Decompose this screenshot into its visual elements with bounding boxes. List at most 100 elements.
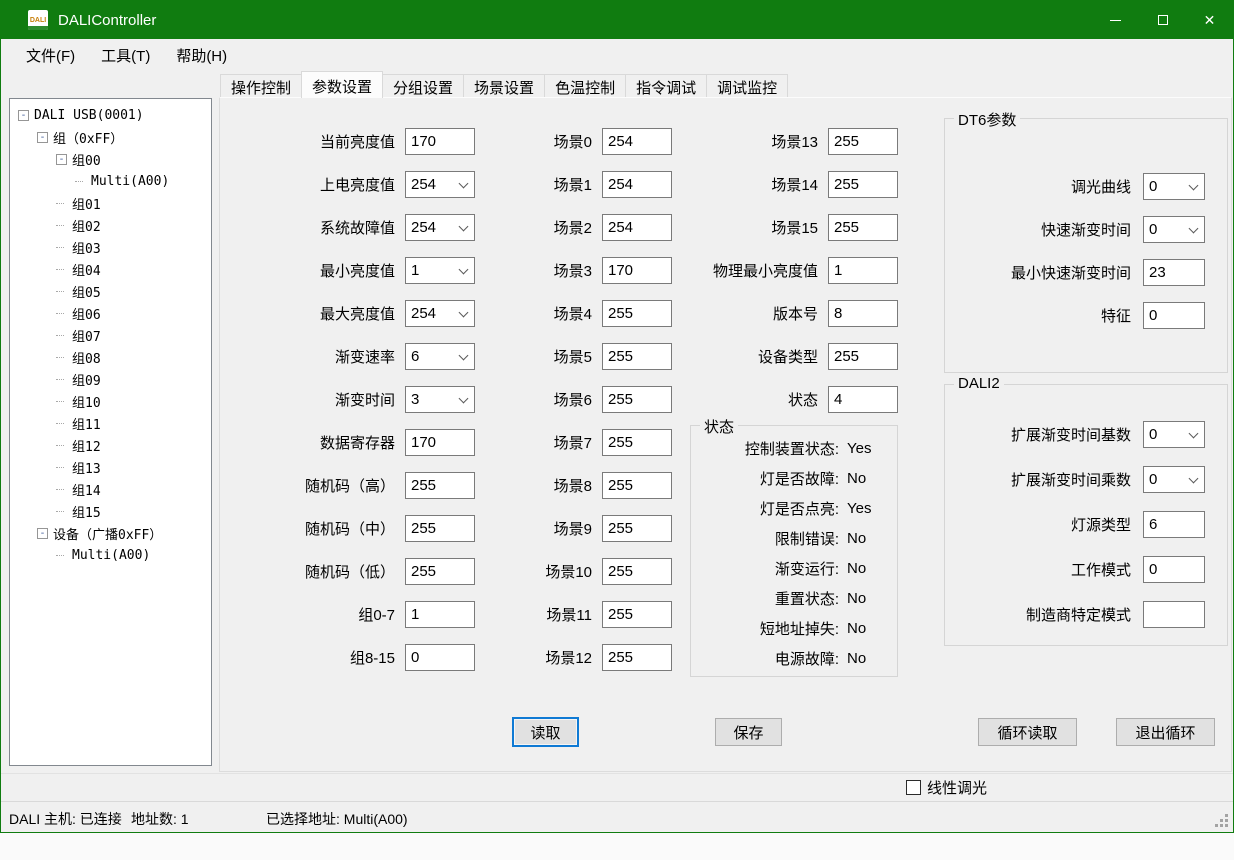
tree-item-14[interactable]: 组11 <box>10 412 211 434</box>
param-col2-9-input[interactable] <box>602 515 672 542</box>
param-col2-2-label: 场景2 <box>502 217 592 238</box>
dali2-4-input[interactable] <box>1143 601 1205 628</box>
tree-expander-icon[interactable]: - <box>37 132 48 143</box>
tree-item-12[interactable]: 组09 <box>10 368 211 390</box>
param-col1-4-select[interactable]: 254 <box>405 300 475 327</box>
tree-connector <box>56 203 64 204</box>
tab-2[interactable]: 分组设置 <box>382 74 464 98</box>
param-col2-1-input[interactable] <box>602 171 672 198</box>
param-col3-0-input[interactable] <box>828 128 898 155</box>
param-col1-10-input[interactable] <box>405 558 475 585</box>
menu-item-1[interactable]: 工具(T) <box>88 41 163 70</box>
maximize-button[interactable] <box>1139 1 1186 39</box>
tree-item-label: 组10 <box>72 392 101 411</box>
tree-item-16[interactable]: 组13 <box>10 456 211 478</box>
param-col1-3-label: 最小亮度值 <box>242 260 395 281</box>
dt6-3-input[interactable] <box>1143 302 1205 329</box>
linear-dimming-checkbox[interactable] <box>906 780 921 795</box>
tree-item-10[interactable]: 组07 <box>10 324 211 346</box>
read-button[interactable]: 读取 <box>512 717 579 747</box>
param-col1-6-row: 渐变时间3 <box>242 386 475 413</box>
param-col1-2-select[interactable]: 254 <box>405 214 475 241</box>
tree-item-20[interactable]: Multi(A00) <box>10 544 211 566</box>
dt6-2-input[interactable] <box>1143 259 1205 286</box>
dali2-groupbox: DALI2 扩展渐变时间基数0扩展渐变时间乘数0灯源类型工作模式制造商特定模式 <box>944 384 1228 646</box>
param-col3-2-input[interactable] <box>828 214 898 241</box>
tree-item-17[interactable]: 组14 <box>10 478 211 500</box>
param-col1-11-input[interactable] <box>405 601 475 628</box>
tree-item-18[interactable]: 组15 <box>10 500 211 522</box>
tree-item-2[interactable]: -组00 <box>10 148 211 170</box>
dt6-0-select[interactable]: 0 <box>1143 173 1205 200</box>
tree-item-13[interactable]: 组10 <box>10 390 211 412</box>
tree-expander-icon[interactable]: - <box>37 528 48 539</box>
tab-4[interactable]: 色温控制 <box>544 74 626 98</box>
tab-5[interactable]: 指令调试 <box>625 74 707 98</box>
tree-expander-icon[interactable]: - <box>56 154 67 165</box>
tab-1[interactable]: 参数设置 <box>301 71 383 98</box>
tree-item-4[interactable]: 组01 <box>10 192 211 214</box>
save-button[interactable]: 保存 <box>715 718 782 746</box>
param-col2-9-label: 场景9 <box>502 518 592 539</box>
tree-item-3[interactable]: Multi(A00) <box>10 170 211 192</box>
param-col3-1-input[interactable] <box>828 171 898 198</box>
param-col1-3-value: 1 <box>411 262 419 279</box>
param-col1-5-select[interactable]: 6 <box>405 343 475 370</box>
dali2-3-input[interactable] <box>1143 556 1205 583</box>
param-col2-5-input[interactable] <box>602 343 672 370</box>
dali2-2-input[interactable] <box>1143 511 1205 538</box>
menu-item-0[interactable]: 文件(F) <box>13 41 88 70</box>
param-col3-3-input[interactable] <box>828 257 898 284</box>
exit-loop-button[interactable]: 退出循环 <box>1116 718 1215 746</box>
tab-6[interactable]: 调试监控 <box>706 74 788 98</box>
dali2-3-label: 工作模式 <box>953 559 1131 580</box>
loop-read-button[interactable]: 循环读取 <box>978 718 1077 746</box>
tree-item-11[interactable]: 组08 <box>10 346 211 368</box>
tree-connector <box>56 489 64 490</box>
dali2-0-select[interactable]: 0 <box>1143 421 1205 448</box>
param-col1-6-select[interactable]: 3 <box>405 386 475 413</box>
param-col1-12-input[interactable] <box>405 644 475 671</box>
tree-expander-icon[interactable]: - <box>18 110 29 121</box>
tree-item-19[interactable]: -设备（广播0xFF） <box>10 522 211 544</box>
param-col1-8-input[interactable] <box>405 472 475 499</box>
param-col2-0-input[interactable] <box>602 128 672 155</box>
tree-item-15[interactable]: 组12 <box>10 434 211 456</box>
app-window: DALI DALIController ✕ 文件(F)工具(T)帮助(H) 操作… <box>0 0 1234 833</box>
param-col2-11-input[interactable] <box>602 601 672 628</box>
menu-item-2[interactable]: 帮助(H) <box>163 41 240 70</box>
param-col2-2-input[interactable] <box>602 214 672 241</box>
param-col2-3-input[interactable] <box>602 257 672 284</box>
param-col2-7-input[interactable] <box>602 429 672 456</box>
dt6-1-select[interactable]: 0 <box>1143 216 1205 243</box>
param-col2-8-input[interactable] <box>602 472 672 499</box>
close-button[interactable]: ✕ <box>1186 1 1233 39</box>
resize-grip-icon[interactable] <box>1225 824 1228 827</box>
param-col3-4-input[interactable] <box>828 300 898 327</box>
param-col3-5-input[interactable] <box>828 343 898 370</box>
chevron-down-icon <box>459 222 469 232</box>
tab-0[interactable]: 操作控制 <box>220 74 302 98</box>
tab-3[interactable]: 场景设置 <box>463 74 545 98</box>
param-col1-0-input[interactable] <box>405 128 475 155</box>
status-row-label: 灯是否点亮: <box>691 498 839 519</box>
param-col1-1-select[interactable]: 254 <box>405 171 475 198</box>
param-col1-9-input[interactable] <box>405 515 475 542</box>
param-col3-6-input[interactable] <box>828 386 898 413</box>
param-col1-7-input[interactable] <box>405 429 475 456</box>
param-col2-6-input[interactable] <box>602 386 672 413</box>
dali2-0-value: 0 <box>1149 426 1157 443</box>
tree-item-9[interactable]: 组06 <box>10 302 211 324</box>
param-col1-3-select[interactable]: 1 <box>405 257 475 284</box>
minimize-button[interactable] <box>1092 1 1139 39</box>
tree-item-6[interactable]: 组03 <box>10 236 211 258</box>
dali2-1-select[interactable]: 0 <box>1143 466 1205 493</box>
param-col2-4-input[interactable] <box>602 300 672 327</box>
tree-item-1[interactable]: -组（0xFF） <box>10 126 211 148</box>
tree-item-0[interactable]: -DALI USB(0001) <box>10 104 211 126</box>
tree-item-5[interactable]: 组02 <box>10 214 211 236</box>
tree-item-8[interactable]: 组05 <box>10 280 211 302</box>
param-col2-12-input[interactable] <box>602 644 672 671</box>
tree-item-7[interactable]: 组04 <box>10 258 211 280</box>
param-col2-10-input[interactable] <box>602 558 672 585</box>
